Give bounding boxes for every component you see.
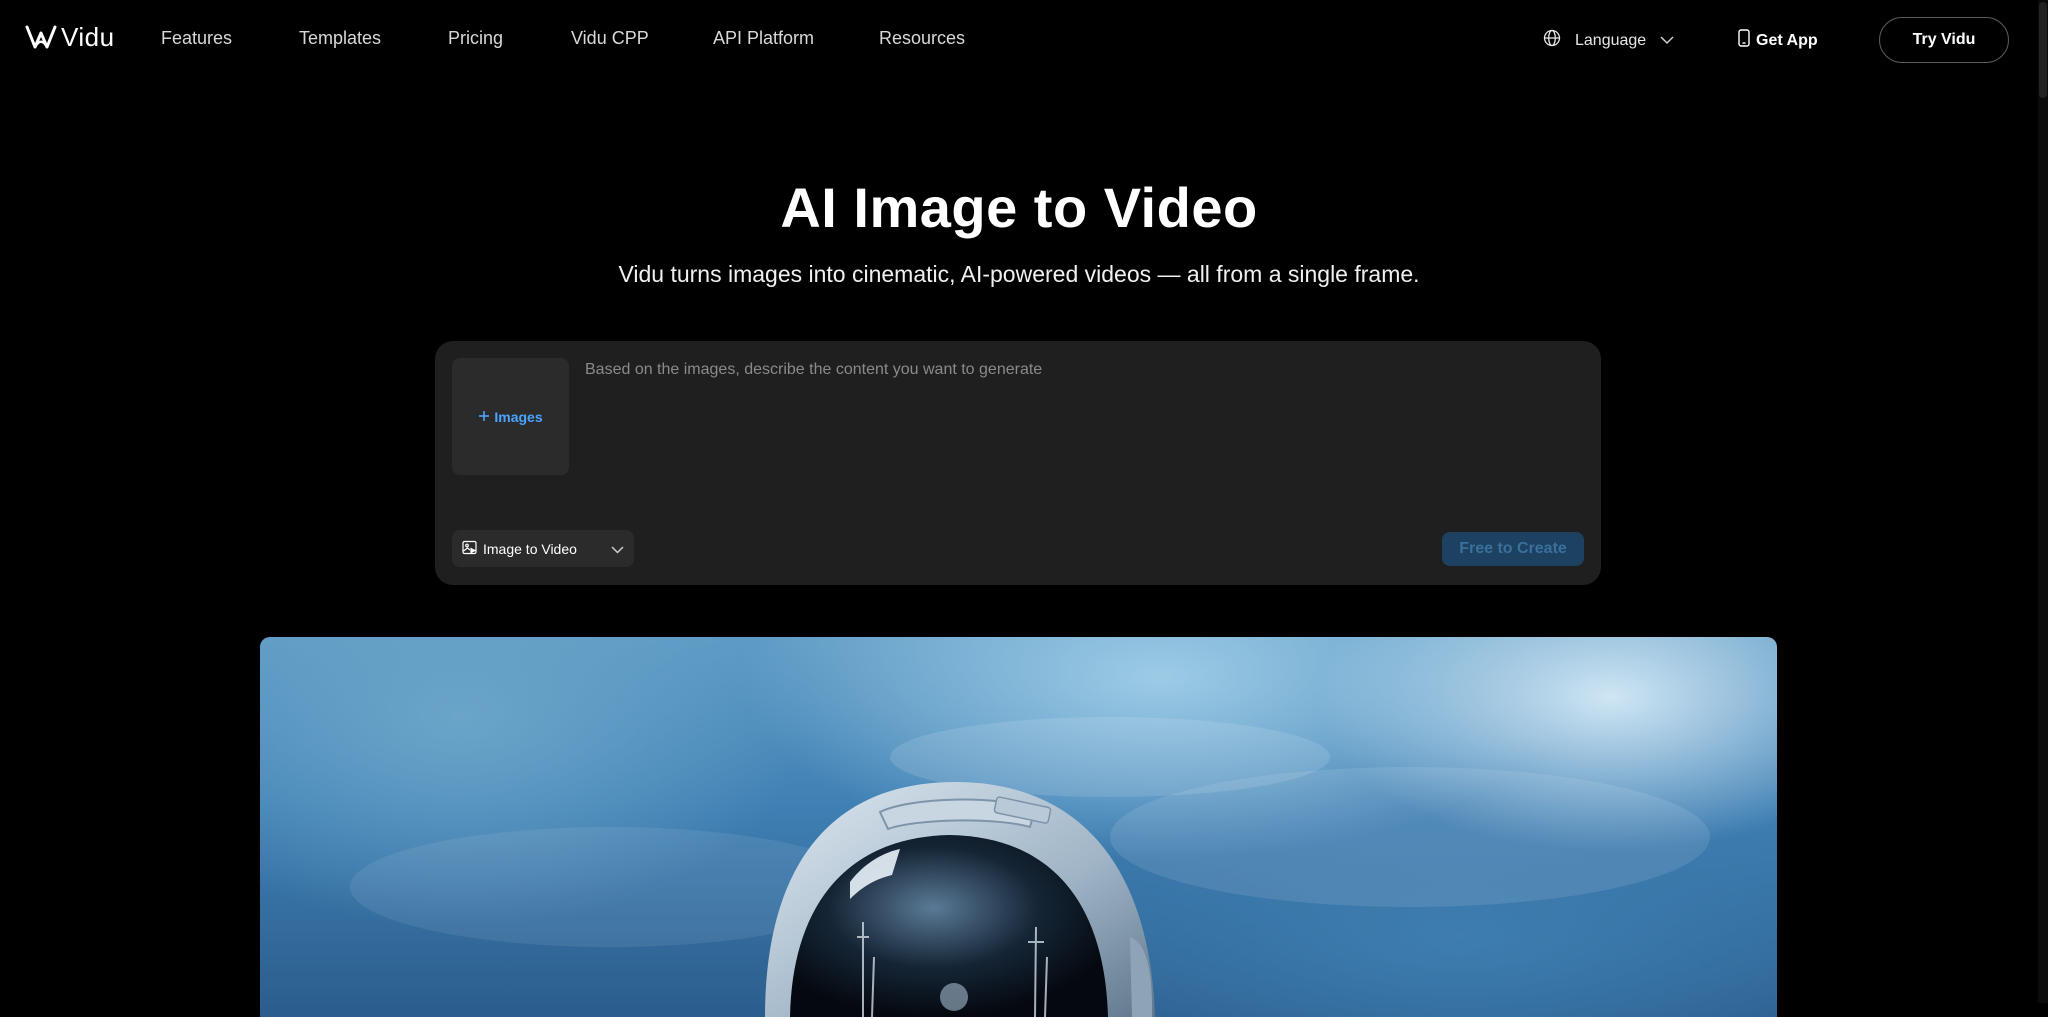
chevron-down-icon — [611, 541, 624, 557]
vidu-logo[interactable]: Vidu — [25, 22, 115, 52]
chevron-down-icon — [1660, 32, 1674, 50]
language-label: Language — [1575, 31, 1647, 49]
language-selector[interactable]: Language — [1543, 29, 1674, 52]
top-navigation: Vidu Features Templates Pricing Vidu CPP… — [0, 0, 2038, 82]
prompt-card: Images Image to Video Free to Create — [435, 341, 1601, 585]
mode-select-value: Image to Video — [483, 540, 577, 557]
free-to-create-button[interactable]: Free to Create — [1442, 532, 1584, 566]
image-video-icon — [462, 540, 477, 558]
nav-link-pricing[interactable]: Pricing — [448, 28, 503, 49]
video-preview[interactable] — [260, 637, 1777, 1017]
get-app-label: Get App — [1756, 31, 1818, 49]
phone-icon — [1738, 29, 1750, 52]
upload-images-label: Images — [494, 408, 543, 425]
nav-link-features[interactable]: Features — [161, 28, 232, 49]
nav-link-templates[interactable]: Templates — [299, 28, 381, 49]
plus-icon — [478, 409, 490, 425]
page-scrollbar[interactable] — [2038, 0, 2048, 1003]
get-app-link[interactable]: Get App — [1738, 29, 1818, 52]
prompt-input[interactable] — [585, 355, 1575, 455]
astronaut-helmet-illustration — [350, 717, 1710, 1017]
nav-link-api-platform[interactable]: API Platform — [713, 28, 814, 49]
nav-link-vidu-cpp[interactable]: Vidu CPP — [571, 28, 649, 49]
page-subtitle: Vidu turns images into cinematic, AI-pow… — [618, 261, 1420, 287]
nav-link-resources[interactable]: Resources — [879, 28, 965, 49]
vidu-logo-icon — [25, 24, 57, 50]
page-title: AI Image to Video — [780, 176, 1258, 239]
try-vidu-button[interactable]: Try Vidu — [1879, 17, 2009, 63]
scrollbar-thumb[interactable] — [2039, 2, 2047, 98]
mode-select[interactable]: Image to Video — [452, 530, 634, 567]
globe-icon — [1543, 29, 1561, 52]
brand-name: Vidu — [61, 21, 115, 52]
upload-images-button[interactable]: Images — [452, 358, 569, 475]
